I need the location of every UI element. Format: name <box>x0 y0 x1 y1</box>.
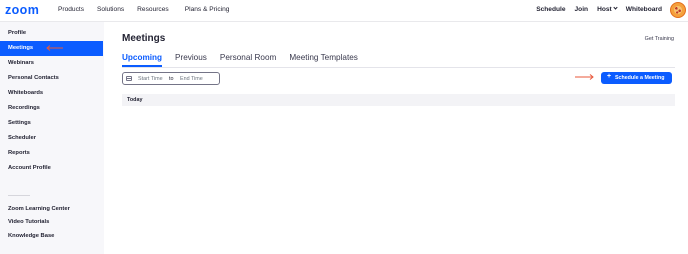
nav-whiteboard[interactable]: Whiteboard <box>626 6 662 13</box>
schedule-meeting-button[interactable]: + Schedule a Meeting <box>601 72 672 84</box>
sidebar-item-webinars[interactable]: Webinars <box>0 56 103 71</box>
sidebar-item-label: Profile <box>8 30 27 36</box>
schedule-meeting-label: Schedule a Meeting <box>615 75 665 81</box>
sidebar-divider <box>8 195 30 196</box>
today-label: Today <box>127 97 143 103</box>
start-time-input[interactable]: Start Time <box>138 76 163 82</box>
plus-icon: + <box>607 73 612 80</box>
sidebar-item-scheduler[interactable]: Scheduler <box>0 131 103 146</box>
sidebar-item-recordings[interactable]: Recordings <box>0 101 103 116</box>
tab-personal-room[interactable]: Personal Room <box>220 53 276 66</box>
nav-join[interactable]: Join <box>575 6 589 13</box>
tab-meeting-templates[interactable]: Meeting Templates <box>289 53 358 66</box>
sidebar-link-label: Zoom Learning Center <box>8 206 70 212</box>
end-time-input[interactable]: End Time <box>180 76 203 82</box>
nav-plans-pricing[interactable]: Plans & Pricing <box>185 6 230 13</box>
sidebar-item-label: Whiteboards <box>8 90 44 96</box>
zoom-logo[interactable]: zoom <box>5 3 39 17</box>
sidebar-item-label: Settings <box>8 120 31 126</box>
sidebar-item-label: Recordings <box>8 105 40 111</box>
page-title: Meetings <box>122 33 166 44</box>
user-avatar[interactable] <box>670 2 686 18</box>
nav-schedule[interactable]: Schedule <box>536 6 565 13</box>
calendar-icon <box>126 76 132 81</box>
sidebar-item-settings[interactable]: Settings <box>0 116 103 131</box>
sidebar-item-label: Personal Contacts <box>8 75 59 81</box>
get-training-link[interactable]: Get Training <box>645 36 674 42</box>
sidebar-item-whiteboards[interactable]: Whiteboards <box>0 86 103 101</box>
sidebar-item-profile[interactable]: Profile <box>0 26 103 41</box>
secondary-nav: Schedule Join Host Whiteboard <box>527 5 662 13</box>
sidebar-item-label: Account Profile <box>8 165 51 171</box>
sidebar-link-video-tutorials[interactable]: Video Tutorials <box>0 215 103 230</box>
sidebar-item-meetings[interactable]: Meetings <box>0 41 103 56</box>
annotation-arrow-right-icon <box>575 74 594 80</box>
sidebar-link-label: Video Tutorials <box>8 219 50 225</box>
nav-solutions[interactable]: Solutions <box>97 6 124 13</box>
sidebar-link-label: Knowledge Base <box>8 233 55 239</box>
today-group-header: Today <box>122 94 675 106</box>
sidebar-item-personal-contacts[interactable]: Personal Contacts <box>0 71 103 86</box>
date-range-separator: to <box>169 76 174 82</box>
chevron-down-icon <box>613 5 618 10</box>
sidebar-item-label: Meetings <box>8 45 34 51</box>
annotation-arrow-left-icon <box>46 45 63 51</box>
tab-previous[interactable]: Previous <box>175 53 207 66</box>
nav-products[interactable]: Products <box>58 6 84 13</box>
top-navigation: zoom Products Solutions Resources Plans … <box>0 0 688 22</box>
sidebar-item-account-profile[interactable]: Account Profile <box>0 161 103 176</box>
tab-upcoming[interactable]: Upcoming <box>122 53 163 67</box>
primary-nav: Products Solutions Resources Plans & Pri… <box>58 6 242 13</box>
nav-resources[interactable]: Resources <box>137 6 169 13</box>
sidebar-link-knowledge-base[interactable]: Knowledge Base <box>0 229 103 244</box>
sidebar-item-label: Scheduler <box>8 135 37 141</box>
sidebar-item-label: Webinars <box>8 60 34 66</box>
date-range-picker[interactable]: Start Time to End Time <box>122 72 220 85</box>
sidebar-item-reports[interactable]: Reports <box>0 146 103 161</box>
nav-host[interactable]: Host <box>597 5 618 13</box>
sidebar: Profile Meetings Webinars Personal Conta… <box>0 22 104 254</box>
meeting-tabs: Upcoming Previous Personal Room Meeting … <box>122 53 371 67</box>
nav-host-label: Host <box>597 6 612 13</box>
tabs-divider <box>122 67 675 68</box>
sidebar-item-label: Reports <box>8 150 30 156</box>
